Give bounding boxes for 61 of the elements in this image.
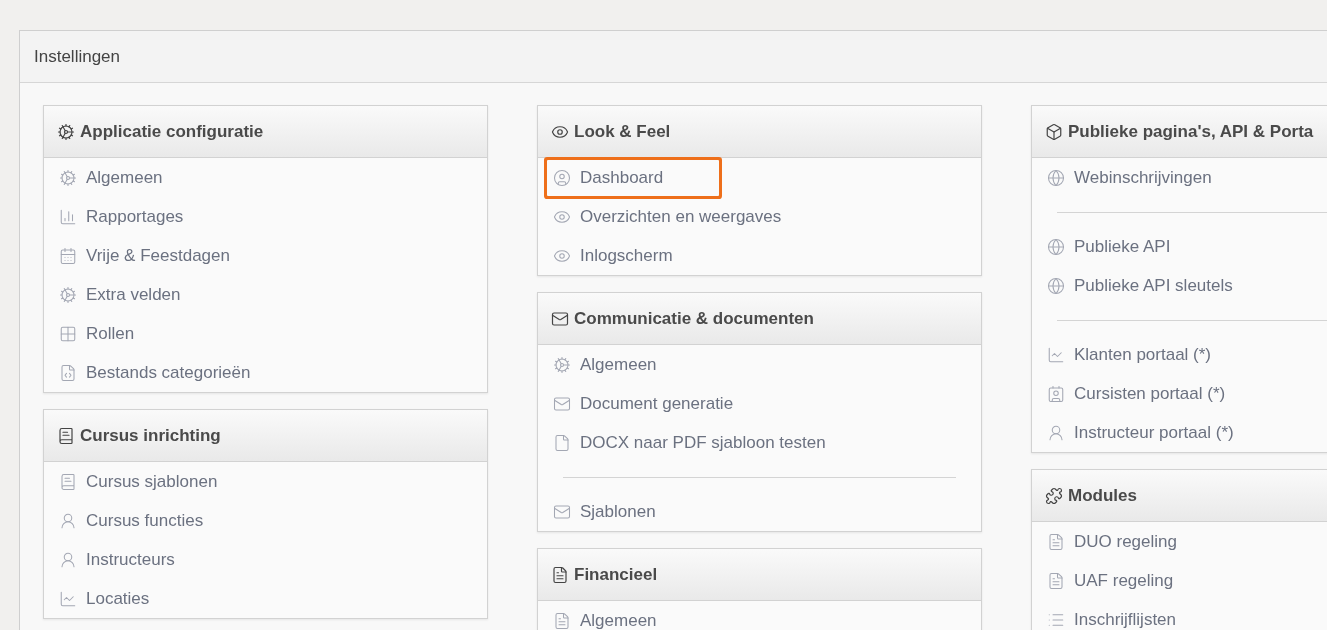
settings-link[interactable]: Algemeen	[547, 346, 719, 383]
line-chart-icon	[59, 589, 77, 608]
settings-link[interactable]: Cursus functies	[53, 502, 225, 539]
bar-chart-icon	[59, 207, 77, 226]
panel-title: Communicatie & documenten	[574, 307, 814, 330]
globe-icon	[1047, 168, 1065, 187]
panel-title: Publieke pagina's, API & Porta	[1068, 120, 1314, 143]
settings-link[interactable]: Locaties	[53, 580, 225, 617]
settings-link[interactable]: Document generatie	[547, 385, 742, 422]
person-icon	[59, 550, 77, 569]
document-icon	[551, 565, 569, 584]
person-icon	[59, 511, 77, 530]
settings-link[interactable]: Inschrijflijsten	[1041, 601, 1213, 630]
globe-icon	[1047, 237, 1065, 256]
settings-link[interactable]: Rapportages	[53, 198, 225, 235]
book-icon	[57, 426, 75, 445]
puzzle-icon	[1045, 486, 1063, 505]
settings-link[interactable]: Inlogscherm	[547, 237, 719, 274]
settings-link[interactable]: UAF regeling	[1041, 562, 1213, 599]
envelope-icon	[553, 394, 571, 413]
grid-icon	[59, 324, 77, 343]
book-icon	[59, 472, 77, 491]
settings-link[interactable]: Cursisten portaal (*)	[1041, 375, 1234, 412]
settings-link[interactable]: Webinschrijvingen	[1041, 159, 1220, 196]
calendar-icon	[59, 246, 77, 265]
settings-link[interactable]: Extra velden	[53, 276, 225, 313]
globe-icon	[1047, 276, 1065, 295]
settings-link[interactable]: Algemeen	[547, 602, 719, 630]
settings-link[interactable]: DOCX naar PDF sjabloon testen	[547, 424, 834, 461]
settings-link[interactable]: Vrije & Feestdagen	[53, 237, 238, 274]
settings-link[interactable]: Publieke API sleutels	[1041, 267, 1241, 304]
settings-link[interactable]: Sjablonen	[547, 493, 719, 530]
code-file-icon	[59, 363, 77, 382]
settings-link[interactable]: Publieke API	[1041, 228, 1213, 265]
settings-link[interactable]: Cursus sjablonen	[53, 463, 226, 500]
panel-title: Applicatie configuratie	[80, 120, 264, 143]
settings-link[interactable]: Dashboard	[547, 159, 719, 196]
settings-link[interactable]: Klanten portaal (*)	[1041, 336, 1220, 373]
document-icon	[553, 611, 571, 630]
panel-title: Financieel	[574, 563, 658, 586]
panel-title: Look & Feel	[574, 120, 671, 143]
settings-link[interactable]: Instructeur portaal (*)	[1041, 414, 1242, 451]
file-icon	[553, 433, 571, 452]
user-circle-icon	[553, 168, 571, 187]
settings-link[interactable]: Instructeurs	[53, 541, 225, 578]
settings-link[interactable]: Algemeen	[53, 159, 225, 196]
page-title: Instellingen	[34, 45, 120, 68]
envelope-icon	[551, 309, 569, 328]
settings-link[interactable]: Bestands categorieën	[53, 354, 259, 391]
settings-link[interactable]: Overzichten en weergaves	[547, 198, 790, 235]
person-icon	[1047, 423, 1065, 442]
cube-icon	[1045, 122, 1063, 141]
document-icon	[1047, 571, 1065, 590]
panel-title: Modules	[1068, 484, 1137, 507]
panel-title: Cursus inrichting	[80, 424, 221, 447]
id-badge-icon	[1047, 384, 1065, 403]
line-chart-icon	[1047, 345, 1065, 364]
document-icon	[1047, 532, 1065, 551]
settings-link[interactable]: DUO regeling	[1041, 523, 1213, 560]
settings-link[interactable]: Rollen	[53, 315, 225, 352]
envelope-icon	[553, 502, 571, 521]
